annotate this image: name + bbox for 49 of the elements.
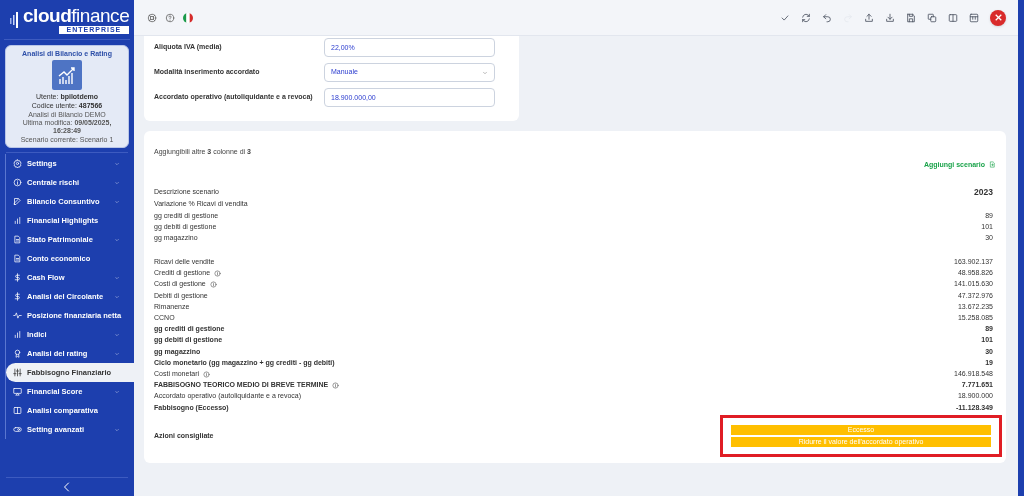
edit-icon (13, 197, 22, 206)
settings-icon (13, 159, 22, 168)
pulse-line-icon (13, 311, 22, 320)
dollar-icon (13, 292, 22, 301)
chevron-down-icon[interactable] (114, 331, 120, 338)
document-icon (13, 235, 22, 244)
info-icon[interactable] (214, 270, 222, 278)
undo-icon[interactable] (822, 12, 832, 23)
download-icon[interactable] (885, 12, 895, 23)
chevron-down-icon[interactable] (114, 179, 120, 186)
chevron-down-icon[interactable] (114, 274, 120, 281)
info-icon[interactable] (332, 381, 340, 389)
info-icon[interactable] (203, 370, 211, 378)
award-icon (13, 349, 22, 358)
info-icon[interactable] (209, 281, 217, 289)
dollar-icon (13, 273, 22, 282)
chevron-down-icon[interactable] (114, 236, 120, 243)
monitor-icon (13, 387, 22, 396)
close-icon (994, 14, 1002, 21)
italian-flag-icon[interactable] (183, 12, 193, 23)
chevron-down-icon[interactable] (114, 160, 120, 167)
lifebuoy-icon[interactable] (147, 12, 157, 23)
chevron-down-icon (482, 69, 488, 76)
help-icon[interactable] (165, 12, 175, 23)
document-icon (13, 254, 22, 263)
upload-icon[interactable] (864, 12, 874, 23)
logo-text: cloudfinance (23, 6, 130, 26)
toggle-icon (13, 425, 22, 434)
sliders-icon (13, 368, 22, 377)
column-header: 2023 (974, 186, 994, 199)
save-icon[interactable] (906, 12, 916, 23)
check-icon[interactable] (780, 12, 790, 23)
bar-chart-icon (13, 216, 22, 225)
add-file-icon (989, 161, 996, 169)
columns-icon[interactable] (948, 12, 958, 23)
panel-icon[interactable] (969, 12, 979, 23)
chevron-down-icon[interactable] (114, 350, 120, 357)
close-button[interactable] (990, 9, 1006, 26)
columns-icon (13, 406, 22, 415)
app-badge-icon (52, 60, 82, 90)
info-icon (13, 178, 22, 187)
chevron-down-icon[interactable] (114, 388, 120, 395)
copy-icon[interactable] (927, 12, 937, 23)
refresh-icon[interactable] (801, 12, 811, 23)
chevron-down-icon[interactable] (114, 198, 120, 205)
bar-chart-icon (13, 330, 22, 339)
chevron-down-icon[interactable] (114, 293, 120, 300)
logo-mark-icon (10, 11, 20, 29)
chevron-down-icon[interactable] (114, 426, 120, 433)
